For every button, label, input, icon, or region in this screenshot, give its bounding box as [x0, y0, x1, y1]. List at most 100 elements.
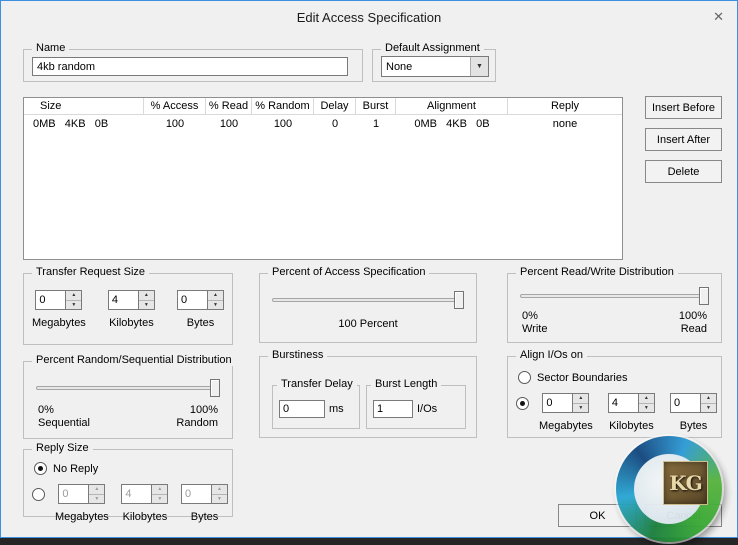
name-group: Name: [23, 49, 363, 82]
spin-up-icon[interactable]: ▲: [208, 291, 223, 301]
random-text: Random: [176, 417, 218, 430]
slider-thumb[interactable]: [699, 287, 709, 305]
bytes-input[interactable]: [177, 290, 207, 310]
read-label: 100% Read: [679, 310, 707, 336]
spin-up-icon[interactable]: ▲: [573, 394, 588, 404]
spin-up-icon[interactable]: ▲: [139, 291, 154, 301]
percent-access-group: Percent of Access Specification 100 Perc…: [259, 273, 477, 343]
read-write-slider[interactable]: [520, 286, 709, 306]
write-percent: 0%: [522, 310, 547, 323]
align-ios-label: Align I/Os on: [516, 349, 587, 361]
default-assignment-group: Default Assignment None ▼: [372, 49, 496, 82]
no-reply-option[interactable]: No Reply: [34, 462, 98, 475]
kilobytes-input[interactable]: [608, 393, 638, 413]
default-assignment-select[interactable]: None ▼: [381, 56, 489, 77]
spin-up-icon[interactable]: ▲: [152, 485, 167, 495]
column-header-delay[interactable]: Delay: [314, 98, 356, 115]
column-header-random[interactable]: % Random: [252, 98, 314, 115]
spin-up-icon[interactable]: ▲: [212, 485, 227, 495]
align-spinners: ▲ ▼ Megabytes ▲ ▼ Kilobytes: [539, 393, 717, 432]
transfer-request-size-group: Transfer Request Size ▲ ▼ Megabytes ▲: [23, 273, 233, 345]
column-header-alignment[interactable]: Alignment: [396, 98, 508, 115]
megabytes-spinner[interactable]: ▲ ▼: [542, 393, 589, 413]
insert-after-button[interactable]: Insert After: [645, 128, 722, 151]
random-sequential-slider[interactable]: [36, 378, 220, 398]
access-spec-table: Size % Access % Read % Random Delay Burs…: [23, 97, 623, 260]
sector-boundaries-text: Sector Boundaries: [537, 372, 628, 384]
spin-down-icon[interactable]: ▼: [212, 495, 227, 504]
dialog-title: Edit Access Specification: [1, 10, 737, 25]
slider-thumb[interactable]: [454, 291, 464, 309]
burstiness-label: Burstiness: [268, 349, 327, 361]
align-custom-option[interactable]: ▲ ▼ Megabytes ▲ ▼ Kilobytes: [516, 393, 717, 432]
no-reply-radio[interactable]: [34, 462, 47, 475]
reply-megabytes: ▲ ▼ Megabytes: [55, 484, 109, 523]
column-header-burst[interactable]: Burst: [356, 98, 396, 115]
spin-up-icon[interactable]: ▲: [701, 394, 716, 404]
sector-boundaries-option[interactable]: Sector Boundaries: [518, 371, 628, 384]
burst-length-unit: I/Os: [417, 403, 437, 415]
kilobytes-spinner[interactable]: ▲ ▼: [121, 484, 168, 504]
column-header-size[interactable]: Size: [24, 98, 144, 115]
transfer-delay-group: Transfer Delay ms: [272, 385, 360, 429]
bytes-input[interactable]: [181, 484, 211, 504]
spin-up-icon[interactable]: ▲: [89, 485, 104, 495]
kilobytes-input[interactable]: [108, 290, 138, 310]
spinner-arrows: ▲ ▼: [65, 290, 82, 310]
megabytes-unit-label: Megabytes: [55, 511, 109, 523]
name-input[interactable]: [32, 57, 348, 76]
random-sequential-group: Percent Random/Sequential Distribution 0…: [23, 361, 233, 439]
close-icon[interactable]: ✕: [713, 9, 724, 25]
spin-up-icon[interactable]: ▲: [639, 394, 654, 404]
spin-down-icon[interactable]: ▼: [152, 495, 167, 504]
spin-down-icon[interactable]: ▼: [639, 404, 654, 413]
align-kilobytes: ▲ ▼ Kilobytes: [608, 393, 655, 432]
column-header-access[interactable]: % Access: [144, 98, 206, 115]
kilobytes-spinner[interactable]: ▲ ▼: [608, 393, 655, 413]
percent-access-slider[interactable]: [272, 290, 464, 310]
bytes-input[interactable]: [670, 393, 700, 413]
cell-access: 100: [144, 115, 206, 132]
spin-down-icon[interactable]: ▼: [89, 495, 104, 504]
slider-groove: [520, 294, 709, 298]
delete-button[interactable]: Delete: [645, 160, 722, 183]
bytes-spinner[interactable]: ▲ ▼: [177, 290, 224, 310]
burst-length-input[interactable]: [373, 400, 413, 418]
kilobytes-input[interactable]: [121, 484, 151, 504]
spin-down-icon[interactable]: ▼: [66, 301, 81, 310]
reply-custom-option[interactable]: ▲ ▼ Megabytes ▲ ▼ Kilobytes: [32, 484, 228, 523]
dropdown-arrow-icon[interactable]: ▼: [470, 57, 488, 76]
reply-custom-radio[interactable]: [32, 488, 45, 501]
spinner-arrows: ▲ ▼: [88, 484, 105, 504]
spin-up-icon[interactable]: ▲: [66, 291, 81, 301]
spin-down-icon[interactable]: ▼: [208, 301, 223, 310]
spin-down-icon[interactable]: ▼: [573, 404, 588, 413]
column-header-reply[interactable]: Reply: [508, 98, 622, 115]
megabytes-spinner[interactable]: ▲ ▼: [58, 484, 105, 504]
kilobytes-spinner[interactable]: ▲ ▼: [108, 290, 155, 310]
cell-reply: none: [508, 115, 622, 132]
read-write-distribution-label: Percent Read/Write Distribution: [516, 266, 678, 278]
spin-down-icon[interactable]: ▼: [701, 404, 716, 413]
title-bar: Edit Access Specification ✕: [1, 1, 737, 33]
megabytes-input[interactable]: [35, 290, 65, 310]
sector-boundaries-radio[interactable]: [518, 371, 531, 384]
column-header-read[interactable]: % Read: [206, 98, 252, 115]
insert-before-button[interactable]: Insert Before: [645, 96, 722, 119]
slider-thumb[interactable]: [210, 379, 220, 397]
transfer-size-kilobytes: ▲ ▼ Kilobytes: [108, 290, 155, 329]
bytes-spinner[interactable]: ▲ ▼: [181, 484, 228, 504]
megabytes-input[interactable]: [58, 484, 88, 504]
megabytes-spinner[interactable]: ▲ ▼: [35, 290, 82, 310]
spinner-arrows: ▲ ▼: [151, 484, 168, 504]
table-row[interactable]: 0MB 4KB 0B 100 100 100 0 1 0MB 4KB 0B no…: [24, 115, 622, 132]
kilobytes-unit-label: Kilobytes: [609, 420, 654, 432]
spin-down-icon[interactable]: ▼: [139, 301, 154, 310]
random-sequential-labels: 0% Sequential 100% Random: [38, 404, 218, 430]
transfer-delay-input[interactable]: [279, 400, 325, 418]
no-reply-text: No Reply: [53, 463, 98, 475]
align-ios-group: Align I/Os on Sector Boundaries ▲ ▼ Mega…: [507, 356, 722, 438]
megabytes-input[interactable]: [542, 393, 572, 413]
bytes-spinner[interactable]: ▲ ▼: [670, 393, 717, 413]
align-custom-radio[interactable]: [516, 397, 529, 410]
